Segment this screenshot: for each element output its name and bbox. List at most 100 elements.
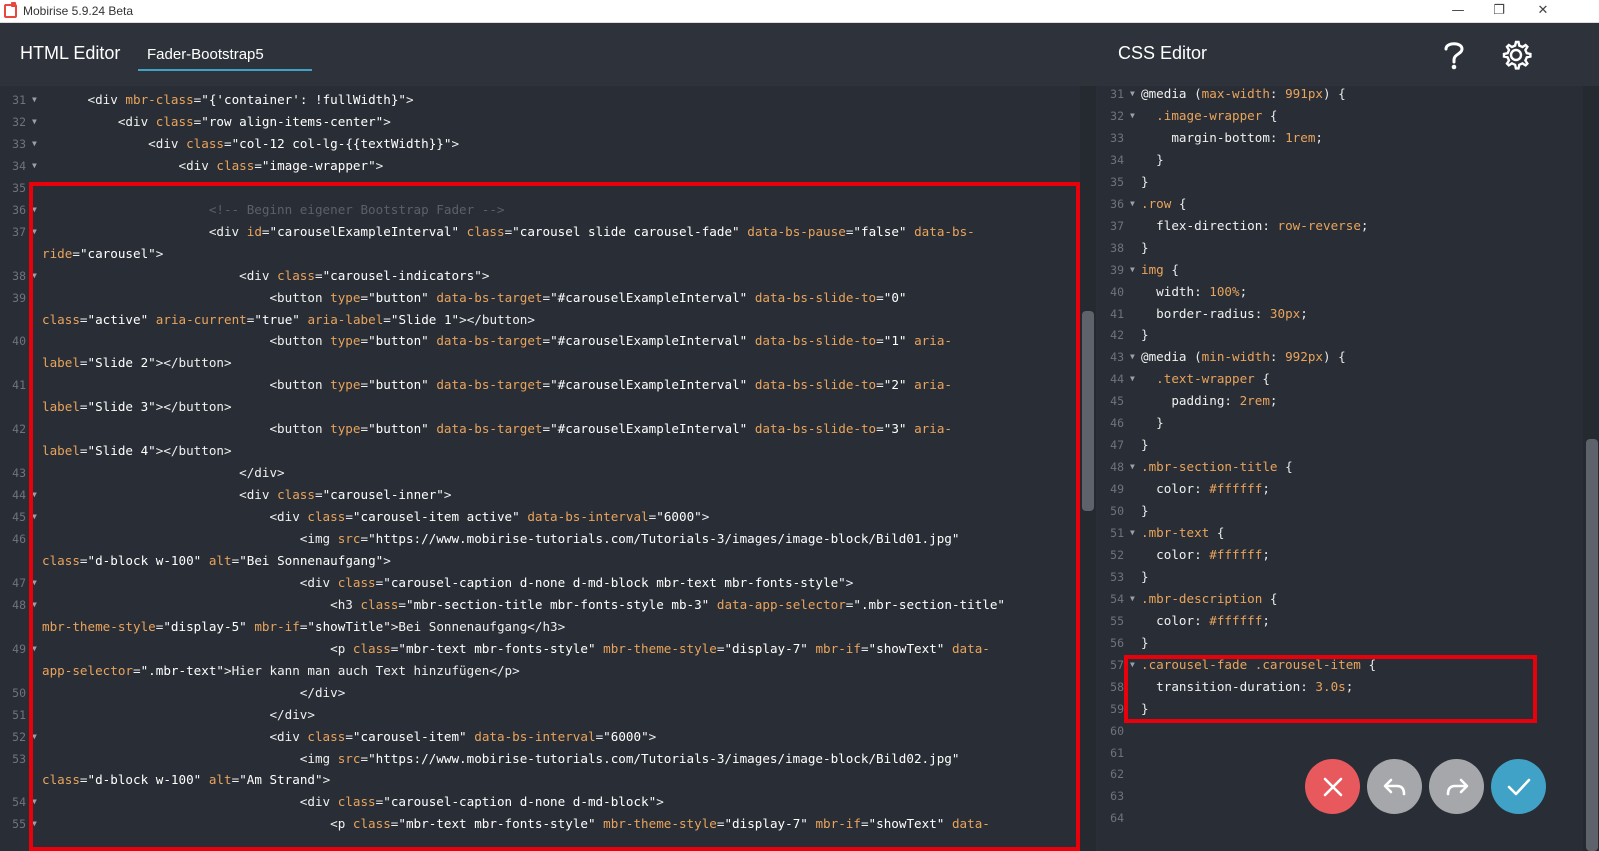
code-token: { (1262, 107, 1278, 123)
fold-toggle-icon[interactable]: ▼ (32, 155, 37, 177)
code-token: <div (178, 157, 217, 173)
code-token: } (1141, 634, 1149, 650)
code-line: .mbr-text { (1141, 522, 1224, 544)
code-line: @media (max-width: 991px) { (1141, 86, 1346, 105)
code-token: > (451, 135, 460, 151)
line-number: 40 (12, 334, 26, 349)
fold-toggle-icon[interactable]: ▼ (32, 111, 37, 133)
code-token: : (1254, 305, 1270, 321)
html-editor-label: HTML Editor (20, 43, 121, 63)
code-token: class (216, 157, 255, 173)
fold-toggle-icon[interactable]: ▼ (1130, 368, 1135, 390)
undo-button[interactable] (1367, 759, 1422, 814)
code-token: width (1141, 283, 1195, 299)
code-line: margin-bottom: 1rem; (1141, 127, 1323, 149)
code-token: } (1141, 327, 1149, 343)
undo-icon (1383, 778, 1405, 795)
html-editor-scrollbar[interactable] (1080, 86, 1096, 851)
code-token: } (1141, 437, 1149, 453)
line-number: 42 (1110, 328, 1124, 343)
line-number: 37 (1110, 218, 1124, 233)
code-token: 2rem (1239, 393, 1270, 409)
fold-toggle-icon[interactable]: ▼ (1130, 86, 1135, 105)
fold-toggle-icon[interactable]: ▼ (1130, 588, 1135, 610)
code-token: row-reverse (1277, 217, 1361, 233)
code-token: .mbr-section-title (1141, 459, 1278, 475)
code-token: .image-wrapper (1156, 107, 1263, 123)
code-token: { (1262, 590, 1278, 606)
html-highlight-box (29, 182, 1080, 851)
css-editor-label: CSS Editor (1118, 43, 1208, 63)
code-token: 991px (1285, 86, 1324, 101)
fold-toggle-icon[interactable]: ▼ (32, 89, 37, 111)
tab-fader-bootstrap5[interactable]: Fader-Bootstrap5 (138, 41, 312, 71)
code-line: color: #ffffff; (1141, 610, 1270, 632)
line-number: 55 (12, 817, 26, 832)
line-number: 48 (12, 597, 26, 612)
fold-toggle-icon[interactable]: ▼ (1130, 193, 1135, 215)
line-number: 34 (12, 158, 26, 173)
line-number: 63 (1110, 789, 1124, 804)
line-number: 57 (1110, 657, 1124, 672)
apply-button[interactable] (1491, 759, 1546, 814)
line-number: 31 (1110, 87, 1124, 101)
fold-toggle-icon[interactable]: ▼ (1130, 105, 1135, 127)
code-token: .row (1141, 195, 1172, 211)
cancel-button[interactable] (1305, 759, 1360, 814)
line-number: 58 (1110, 679, 1124, 694)
fold-toggle-icon[interactable]: ▼ (1130, 346, 1135, 368)
line-number: 43 (12, 466, 26, 481)
code-token: 100% (1209, 283, 1240, 299)
code-line: border-radius: 30px; (1141, 303, 1308, 325)
code-token: "{'container': !fullWidth}" (201, 92, 406, 107)
line-number: 40 (1110, 284, 1124, 299)
fold-toggle-icon[interactable]: ▼ (1130, 259, 1135, 281)
code-line: .mbr-section-title { (1141, 456, 1293, 478)
code-line: flex-direction: row-reverse; (1141, 215, 1369, 237)
code-token: .text-wrapper (1156, 371, 1255, 387)
code-token: ; (1269, 393, 1278, 409)
code-token: } (1141, 503, 1149, 519)
css-scroll-thumb[interactable] (1586, 439, 1598, 851)
fold-toggle-icon[interactable]: ▼ (1130, 456, 1135, 478)
line-number: 37 (12, 224, 26, 239)
css-code-editor[interactable]: 31 ▼ @media (max-width: 991px) { 32 ▼ .image… (1098, 86, 1599, 851)
code-token: ; (1360, 217, 1369, 233)
window-titlebar: Mobirise 5.9.24 Beta — ❐ ✕ (0, 0, 1599, 23)
help-icon[interactable] (1440, 39, 1468, 76)
code-token: color (1141, 546, 1195, 562)
close-icon (1323, 777, 1342, 796)
code-token: @media (1141, 86, 1195, 101)
gear-icon[interactable] (1500, 39, 1532, 76)
maximize-button[interactable]: ❐ (1477, 0, 1521, 23)
line-number: 45 (1110, 394, 1124, 409)
fold-toggle-icon[interactable]: ▼ (1130, 522, 1135, 544)
line-number: 52 (1110, 547, 1124, 562)
code-token: { (1254, 371, 1270, 387)
code-token: : (1194, 546, 1210, 562)
redo-button[interactable] (1429, 759, 1484, 814)
code-line: <div class="col-12 col-lg-{{textWidth}}"… (42, 133, 459, 155)
line-number: 46 (1110, 416, 1124, 431)
code-token: <div (148, 135, 187, 151)
css-editor-scrollbar[interactable] (1583, 86, 1599, 851)
code-token: ( (1194, 349, 1202, 365)
close-window-button[interactable]: ✕ (1521, 0, 1565, 23)
code-token: : (1194, 612, 1210, 628)
code-token: ) { (1323, 86, 1346, 101)
code-token: : (1194, 283, 1210, 299)
code-token: color (1141, 612, 1195, 628)
line-number: 35 (12, 180, 26, 195)
line-number: 32 (1110, 108, 1124, 123)
line-number: 49 (12, 641, 26, 656)
code-line: } (1141, 237, 1149, 259)
line-number: 44 (12, 488, 26, 503)
code-token: 1rem (1285, 129, 1316, 145)
line-number: 41 (12, 378, 26, 393)
code-line: <div class="row align-items-center"> (42, 111, 391, 133)
css-highlight-box (1124, 655, 1537, 723)
html-scroll-thumb[interactable] (1082, 311, 1094, 511)
fold-toggle-icon[interactable]: ▼ (32, 133, 37, 155)
minimize-button[interactable]: — (1436, 0, 1480, 23)
